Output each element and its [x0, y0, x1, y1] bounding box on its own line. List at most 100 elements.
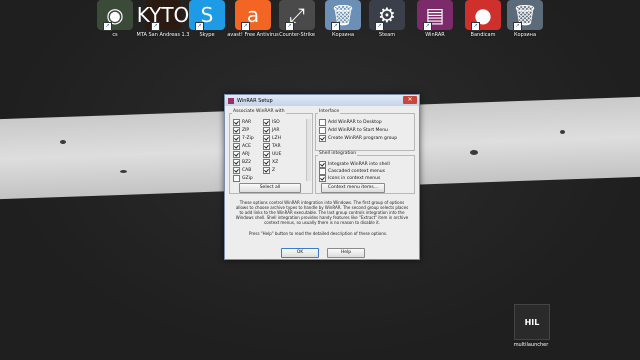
checkbox-option[interactable]: RAR — [233, 119, 251, 126]
checkbox-label: Cascaded context menus — [328, 169, 385, 174]
checkbox-option[interactable]: 7-Zip — [233, 135, 254, 142]
shortcut-arrow-icon: ↗ — [195, 22, 204, 31]
checkbox-label: Integrate WinRAR into shell — [328, 162, 390, 167]
app-icon: S ↗ — [189, 0, 225, 31]
checkbox-label: Z — [272, 168, 276, 173]
app-icon: KYTO ↗ — [137, 0, 189, 31]
dialog-title: WinRAR Setup — [237, 97, 273, 104]
app-icon: ▤ ↗ — [417, 0, 453, 31]
checkbox-option[interactable]: LZH — [263, 135, 281, 142]
checkbox-option[interactable]: Icons in context menus — [319, 175, 380, 182]
desktop-icon-label: WinRAR — [425, 32, 445, 38]
shortcut-arrow-icon: ↗ — [375, 22, 384, 31]
shortcut-arrow-icon: ↗ — [151, 22, 160, 31]
checkbox-option[interactable]: ARJ — [233, 151, 250, 158]
formats-scrollbar[interactable] — [306, 119, 311, 181]
desktop-icon[interactable]: ⚙ ↗ Steam — [360, 0, 414, 38]
checkbox[interactable] — [263, 151, 270, 158]
checkbox[interactable] — [319, 135, 326, 142]
checkbox-option[interactable]: UUE — [263, 151, 281, 158]
app-icon: ● ↗ — [465, 0, 501, 31]
desktop-icon[interactable]: 🗑 ↗ Корзина — [498, 0, 552, 38]
close-button[interactable]: ✕ — [403, 96, 417, 104]
checkbox-label: Create WinRAR program group — [328, 136, 398, 141]
checkbox-label: GZip — [242, 176, 253, 181]
app-icon: ◉ ↗ — [97, 0, 133, 31]
checkbox[interactable] — [263, 159, 270, 166]
checkbox-label: 7-Zip — [242, 136, 254, 141]
app-icon: ⚙ ↗ — [369, 0, 405, 31]
description-help-text: Press "Help" button to read the detailed… — [249, 231, 388, 236]
checkbox-label: ZIP — [242, 128, 250, 133]
shell-label: Shell integration — [318, 151, 358, 156]
checkbox-option[interactable]: TAR — [263, 143, 281, 150]
multilauncher-icon[interactable]: HIL — [514, 304, 550, 340]
checkbox-option[interactable]: GZip — [233, 175, 253, 182]
checkbox-option[interactable]: JAR — [263, 127, 279, 134]
winrar-setup-dialog: WinRAR Setup ✕ Associate WinRAR with RAR… — [224, 94, 420, 260]
checkbox[interactable] — [233, 175, 240, 182]
background-speck — [60, 140, 66, 144]
multilauncher-label: multilauncher — [513, 342, 549, 348]
checkbox-option[interactable]: Create WinRAR program group — [319, 135, 397, 142]
shortcut-arrow-icon: ↗ — [423, 22, 432, 31]
checkbox[interactable] — [233, 127, 240, 134]
help-button[interactable]: Help — [327, 248, 365, 258]
checkbox-option[interactable]: Add WinRAR to Start Menu — [319, 127, 388, 134]
shortcut-arrow-icon: ↗ — [331, 22, 340, 31]
checkbox[interactable] — [319, 127, 326, 134]
checkbox-option[interactable]: ISO — [263, 119, 280, 126]
description-text: These options control WinRAR integration… — [235, 200, 409, 225]
checkbox-option[interactable]: XZ — [263, 159, 278, 166]
shortcut-arrow-icon: ↗ — [513, 22, 522, 31]
checkbox-label: ARJ — [242, 152, 250, 157]
checkbox[interactable] — [233, 167, 240, 174]
desktop-icon[interactable]: ◉ ↗ cs — [88, 0, 142, 38]
checkbox[interactable] — [319, 168, 326, 175]
desktop-icon[interactable]: ▤ ↗ WinRAR — [408, 0, 462, 38]
checkbox-label: CAB — [242, 168, 252, 173]
checkbox[interactable] — [233, 119, 240, 126]
select-all-button[interactable]: Select all — [239, 183, 301, 193]
app-icon: a ↗ — [235, 0, 271, 31]
checkbox[interactable] — [233, 143, 240, 150]
checkbox-option[interactable]: ZIP — [233, 127, 249, 134]
checkbox-label: RAR — [242, 120, 252, 125]
checkbox[interactable] — [319, 119, 326, 126]
checkbox[interactable] — [319, 161, 326, 168]
checkbox[interactable] — [233, 151, 240, 158]
interface-label: Interface — [318, 109, 341, 114]
checkbox-label: XZ — [272, 160, 279, 165]
checkbox-label: TAR — [272, 144, 281, 149]
background-speck — [560, 130, 565, 134]
checkbox-option[interactable]: Cascaded context menus — [319, 168, 385, 175]
checkbox-label: Add WinRAR to Desktop — [328, 120, 382, 125]
checkbox-option[interactable]: Add WinRAR to Desktop — [319, 119, 382, 126]
checkbox[interactable] — [263, 135, 270, 142]
checkbox[interactable] — [263, 119, 270, 126]
checkbox[interactable] — [319, 175, 326, 182]
checkbox[interactable] — [263, 143, 270, 150]
checkbox-option[interactable]: BZ2 — [233, 159, 251, 166]
shortcut-arrow-icon: ↗ — [471, 22, 480, 31]
shortcut-arrow-icon: ↗ — [241, 22, 250, 31]
app-icon: 🗑 ↗ — [507, 0, 543, 31]
checkbox-option[interactable]: Integrate WinRAR into shell — [319, 161, 390, 168]
checkbox-label: UUE — [272, 152, 282, 157]
associate-label: Associate WinRAR with — [232, 109, 286, 114]
checkbox[interactable] — [233, 135, 240, 142]
checkbox-option[interactable]: ACE — [233, 143, 251, 150]
checkbox-option[interactable]: Z — [263, 167, 275, 174]
checkbox[interactable] — [263, 167, 270, 174]
desktop-icon-label: cs — [112, 32, 118, 38]
context-menu-items-button[interactable]: Context menu items... — [321, 183, 385, 193]
dialog-titlebar[interactable]: WinRAR Setup ✕ — [225, 95, 419, 106]
desktop-icon-label: Steam — [378, 32, 396, 38]
checkbox-option[interactable]: CAB — [233, 167, 251, 174]
checkbox[interactable] — [263, 127, 270, 134]
winrar-icon — [228, 97, 234, 104]
checkbox-label: Add WinRAR to Start Menu — [328, 128, 388, 133]
checkbox[interactable] — [233, 159, 240, 166]
ok-button[interactable]: OK — [281, 248, 319, 258]
checkbox-label: BZ2 — [242, 160, 252, 165]
